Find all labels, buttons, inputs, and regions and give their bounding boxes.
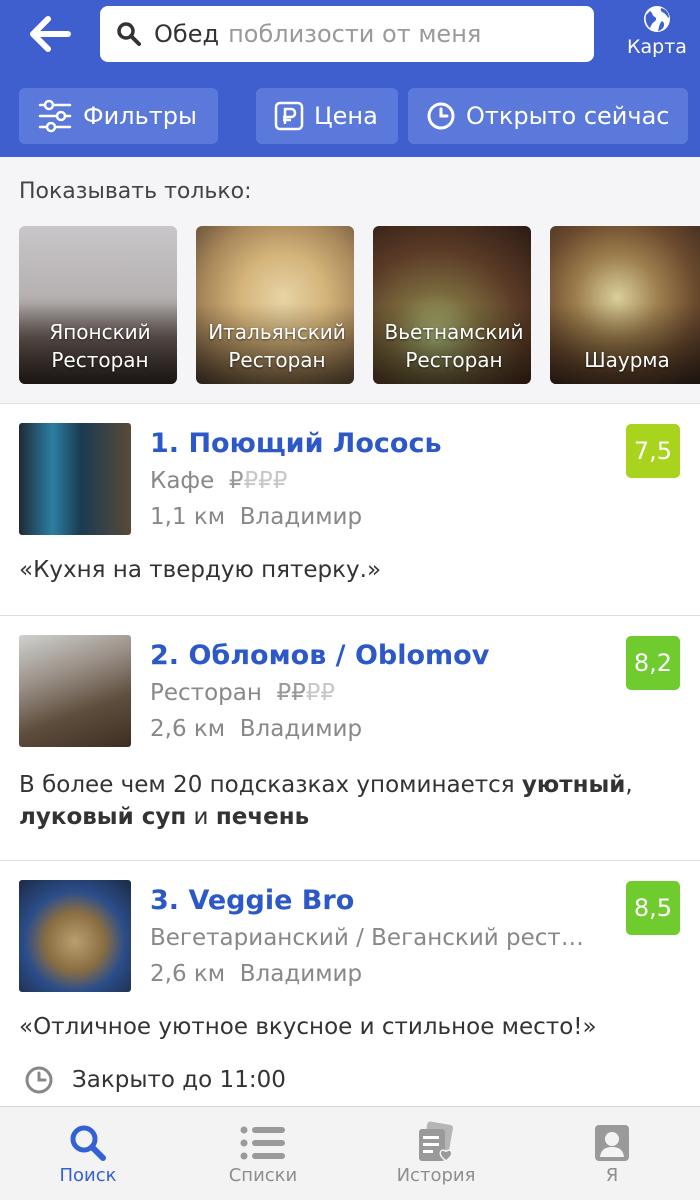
- restaurant-location: 2,6 км Владимир: [150, 716, 362, 742]
- city: Владимир: [239, 504, 363, 530]
- category-label: Итальянский Ресторан: [208, 320, 346, 372]
- category-label: Вьетнамский Ресторан: [384, 320, 524, 372]
- review-snippet: «Кухня на твердую пятерку.»: [19, 557, 382, 583]
- snippet-text: ,: [625, 772, 633, 798]
- tips-summary: В более чем 20 подсказках упоминается ую…: [19, 769, 679, 833]
- profile-icon: [542, 1121, 682, 1165]
- clock-icon: [24, 1065, 54, 1095]
- list-item[interactable]: 2. Обломов / Oblomov Ресторан ₽₽₽₽ 2,6 к…: [0, 615, 700, 860]
- filters-button[interactable]: Фильтры: [19, 88, 218, 144]
- map-button[interactable]: Карта: [614, 4, 700, 68]
- list-item[interactable]: 3. Veggie Bro Вегетарианский / Веганский…: [0, 860, 700, 1106]
- search-location-placeholder: поблизости от меня: [228, 20, 482, 48]
- price-filter-button[interactable]: Цена: [256, 88, 398, 144]
- category-text: Ресторан: [150, 680, 262, 706]
- tab-profile[interactable]: Я: [542, 1121, 682, 1186]
- snippet-text: В более чем 20 подсказках упоминается: [19, 772, 522, 798]
- sliders-icon: [37, 98, 73, 134]
- category-vietnamese[interactable]: Вьетнамский Ресторан: [373, 226, 531, 384]
- back-arrow-icon: [30, 16, 71, 52]
- distance: 1,1 км: [150, 504, 226, 530]
- search-icon: [18, 1121, 158, 1165]
- review-snippet: «Отличное уютное вкусное и стильное мест…: [19, 1014, 597, 1040]
- list-icon: [193, 1121, 333, 1165]
- filters-label: Фильтры: [83, 102, 197, 130]
- price-level: ₽₽: [276, 680, 306, 706]
- snippet-keyword: луковый суп: [19, 804, 187, 830]
- category-label: Шаурма: [584, 348, 670, 372]
- tab-label: Списки: [228, 1165, 298, 1186]
- rating-badge: 8,2: [626, 636, 680, 690]
- restaurant-photo: [19, 635, 131, 747]
- category-japanese[interactable]: Японский Ресторан: [19, 226, 177, 384]
- search-query-text: Обед: [154, 20, 220, 48]
- globe-icon: [644, 6, 670, 32]
- back-button[interactable]: [24, 12, 76, 56]
- category-label: Японский Ресторан: [49, 320, 151, 372]
- map-label: Карта: [627, 36, 687, 58]
- rating-badge: 7,5: [626, 424, 680, 478]
- ruble-icon: [274, 101, 304, 131]
- restaurant-location: 2,6 км Владимир: [150, 961, 362, 987]
- tab-bar: Поиск Списки История Я: [0, 1106, 700, 1200]
- tab-label: История: [396, 1165, 476, 1186]
- rating-badge: 8,5: [626, 881, 680, 935]
- price-level: ₽: [228, 468, 244, 494]
- city: Владимир: [239, 716, 363, 742]
- open-now-button[interactable]: Открыто сейчас: [408, 88, 688, 144]
- open-now-label: Открыто сейчас: [466, 102, 670, 130]
- distance: 2,6 км: [150, 716, 226, 742]
- price-level-inactive: ₽₽₽: [243, 468, 288, 494]
- history-icon: [366, 1121, 506, 1165]
- city: Владимир: [239, 961, 363, 987]
- search-input[interactable]: Обед поблизости от меня: [100, 6, 594, 62]
- restaurant-photo: [19, 423, 131, 535]
- restaurant-title[interactable]: 3. Veggie Bro: [150, 885, 354, 916]
- snippet-keyword: уютный: [521, 772, 626, 798]
- distance: 2,6 км: [150, 961, 226, 987]
- category-text: Кафе: [150, 468, 215, 494]
- section-title: Показывать только:: [19, 179, 252, 204]
- price-filter-label: Цена: [314, 102, 378, 130]
- price-level-inactive: ₽₽: [305, 680, 336, 706]
- restaurant-category: Ресторан ₽₽₽₽: [150, 680, 335, 706]
- restaurant-category: Кафе ₽₽₽₽: [150, 468, 287, 494]
- tab-history[interactable]: История: [366, 1121, 506, 1186]
- restaurant-title[interactable]: 2. Обломов / Oblomov: [150, 640, 489, 671]
- clock-icon: [426, 101, 456, 131]
- hours-text: Закрыто до 11:00: [72, 1067, 286, 1093]
- restaurant-location: 1,1 км Владимир: [150, 504, 362, 530]
- hours-status: Закрыто до 11:00: [24, 1065, 286, 1095]
- tab-search[interactable]: Поиск: [18, 1121, 158, 1186]
- category-shawarma[interactable]: Шаурма: [550, 226, 700, 384]
- tab-label: Я: [605, 1165, 619, 1186]
- search-icon: [114, 19, 144, 49]
- restaurant-photo: [19, 880, 131, 992]
- snippet-text: и: [186, 804, 216, 830]
- snippet-keyword: печень: [215, 804, 310, 830]
- list-item[interactable]: 1. Поющий Лосось Кафе ₽₽₽₽ 1,1 км Владим…: [0, 403, 700, 615]
- restaurant-title[interactable]: 1. Поющий Лосось: [150, 428, 442, 459]
- category-shortcuts: Показывать только: Японский Ресторан Ита…: [0, 157, 700, 403]
- restaurant-category: Вегетарианский / Веганский рест…: [150, 925, 584, 951]
- category-italian[interactable]: Итальянский Ресторан: [196, 226, 354, 384]
- tab-label: Поиск: [59, 1165, 117, 1186]
- top-bar: Обед поблизости от меня Карта Фильтры Це…: [0, 0, 700, 157]
- tab-lists[interactable]: Списки: [193, 1121, 333, 1186]
